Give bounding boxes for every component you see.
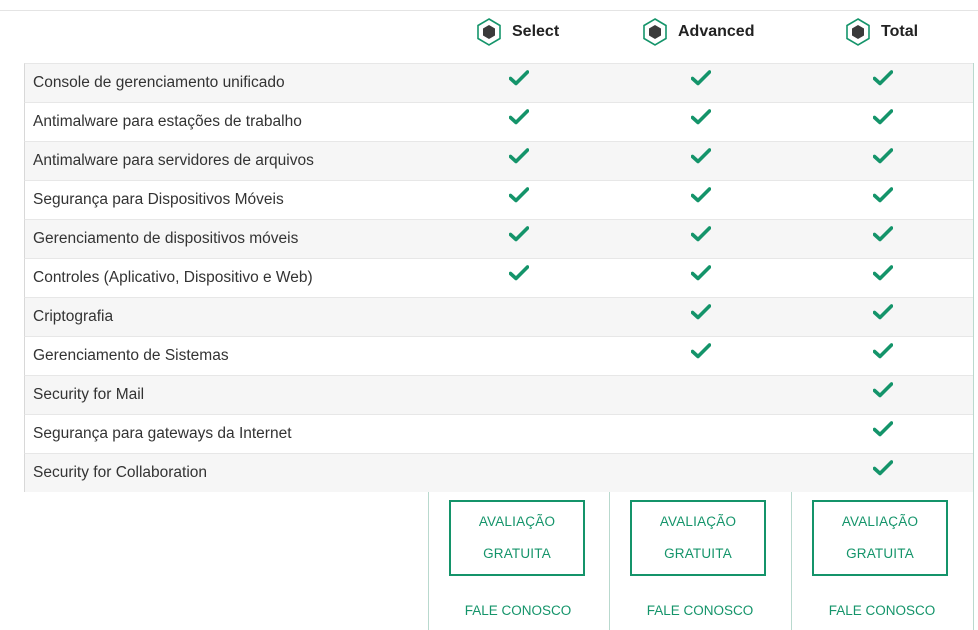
check-icon [691, 304, 711, 320]
check-icon [691, 148, 711, 164]
table-row: Segurança para gateways da Internet [24, 414, 973, 453]
free-trial-button-select[interactable]: AVALIAÇÃO GRATUITA [449, 500, 585, 576]
check-icon [873, 382, 893, 398]
feature-label: Console de gerenciamento unificado [33, 74, 285, 91]
feature-comparison-table: Console de gerenciamento unificado Antima… [24, 63, 973, 492]
check-icon [873, 421, 893, 437]
table-row: Segurança para Dispositivos Móveis [24, 180, 973, 219]
table-row: Gerenciamento de Sistemas [24, 336, 973, 375]
table-row: Antimalware para servidores de arquivos [24, 141, 973, 180]
feature-label: Antimalware para servidores de arquivos [33, 152, 314, 169]
check-icon [691, 70, 711, 86]
feature-label: Security for Collaboration [33, 464, 208, 481]
table-row: Controles (Aplicativo, Dispositivo e Web… [24, 258, 973, 297]
check-icon [873, 70, 893, 86]
feature-label: Security for Mail [33, 386, 145, 403]
check-icon [691, 343, 711, 359]
check-icon [691, 226, 711, 242]
check-icon [509, 265, 529, 281]
cta-line-1: AVALIAÇÃO [841, 514, 919, 529]
feature-label: Antimalware para estações de trabalho [33, 113, 302, 130]
check-icon [873, 148, 893, 164]
check-icon [873, 187, 893, 203]
check-icon [509, 187, 529, 203]
table-row: Security for Mail [24, 375, 973, 414]
feature-label: Gerenciamento de dispositivos móveis [33, 230, 299, 247]
check-icon [873, 265, 893, 281]
cta-line-2: GRATUITA [483, 546, 551, 561]
feature-label: Segurança para gateways da Internet [33, 425, 292, 442]
plan-name: Select [512, 23, 560, 40]
check-icon [873, 109, 893, 125]
top-divider [0, 10, 978, 11]
hexagon-icon [642, 18, 668, 46]
free-trial-button-advanced[interactable]: AVALIAÇÃO GRATUITA [630, 500, 766, 576]
plan-header-total: Total [845, 18, 918, 46]
contact-link-total[interactable]: FALE CONOSCO [807, 603, 957, 618]
feature-label: Gerenciamento de Sistemas [33, 347, 229, 364]
table-row: Antimalware para estações de trabalho [24, 102, 973, 141]
cta-line-2: GRATUITA [664, 546, 732, 561]
hexagon-icon [476, 18, 502, 46]
hexagon-icon [845, 18, 871, 46]
feature-label: Segurança para Dispositivos Móveis [33, 191, 284, 208]
plan-header-select: Select [476, 18, 559, 46]
cta-line-1: AVALIAÇÃO [659, 514, 737, 529]
table-row: Gerenciamento de dispositivos móveis [24, 219, 973, 258]
feature-label: Criptografia [33, 308, 114, 325]
check-icon [509, 226, 529, 242]
plan-header-advanced: Advanced [642, 18, 754, 46]
table-row: Criptografia [24, 297, 973, 336]
check-icon [509, 148, 529, 164]
contact-link-advanced[interactable]: FALE CONOSCO [625, 603, 775, 618]
check-icon [873, 226, 893, 242]
contact-link-select[interactable]: FALE CONOSCO [443, 603, 593, 618]
plan-name: Advanced [678, 23, 755, 40]
check-icon [509, 109, 529, 125]
feature-label: Controles (Aplicativo, Dispositivo e Web… [33, 269, 313, 286]
cta-line-2: GRATUITA [846, 546, 914, 561]
check-icon [691, 187, 711, 203]
check-icon [509, 70, 529, 86]
check-icon [873, 304, 893, 320]
column-divider [973, 63, 974, 630]
check-icon [691, 109, 711, 125]
cta-line-1: AVALIAÇÃO [478, 514, 556, 529]
table-row: Console de gerenciamento unificado [24, 63, 973, 102]
plan-name: Total [881, 23, 919, 40]
check-icon [691, 265, 711, 281]
table-row: Security for Collaboration [24, 453, 973, 492]
check-icon [873, 460, 893, 476]
free-trial-button-total[interactable]: AVALIAÇÃO GRATUITA [812, 500, 948, 576]
check-icon [873, 343, 893, 359]
